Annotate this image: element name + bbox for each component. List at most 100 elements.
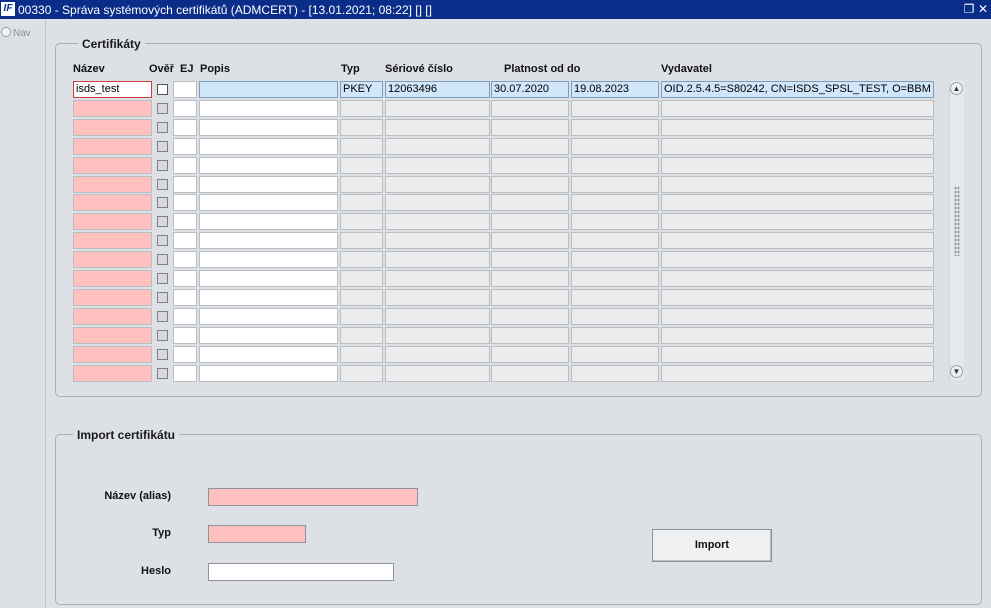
cell-typ[interactable] [340,194,383,212]
cell-platnost_do[interactable] [571,251,659,269]
overit-checkbox[interactable] [157,102,168,114]
cell-vydavatel[interactable] [661,156,934,174]
cell-nazev[interactable] [73,213,152,231]
cell-popis[interactable] [199,137,338,155]
cell-ej[interactable] [173,270,197,287]
cell-popis[interactable] [199,99,338,117]
cell-typ[interactable] [340,213,383,231]
cell-ej[interactable] [173,251,197,269]
nav-button[interactable]: Nav [1,27,31,39]
cell-vydavatel[interactable] [661,137,934,155]
grid-scrollbar[interactable]: ▲ ▼ [949,81,964,380]
overit-checkbox[interactable] [157,291,168,303]
cell-popis[interactable] [199,345,338,363]
cell-popis[interactable] [199,364,338,382]
cell-platnost_od[interactable] [491,364,569,382]
cell-platnost_od[interactable] [491,137,569,155]
cell-vydavatel[interactable] [661,194,934,212]
overit-checkbox[interactable] [157,367,168,379]
cell-vydavatel[interactable] [661,232,934,250]
overit-checkbox[interactable] [157,84,168,95]
cell-popis[interactable] [199,270,338,287]
cell-typ[interactable]: PKEY [340,81,383,98]
cell-ej[interactable] [173,118,197,136]
cell-vydavatel[interactable] [661,175,934,193]
overit-checkbox[interactable] [157,254,168,266]
cell-popis[interactable] [199,81,338,98]
cell-platnost_od[interactable] [491,156,569,174]
cell-nazev[interactable] [73,99,152,117]
cell-serial[interactable] [385,288,490,306]
cell-platnost_od[interactable] [491,194,569,212]
cell-typ[interactable] [340,232,383,250]
cell-serial[interactable] [385,232,490,250]
overit-checkbox[interactable] [157,348,168,360]
cell-typ[interactable] [340,137,383,155]
cell-nazev[interactable] [73,194,152,212]
cell-platnost_do[interactable] [571,232,659,250]
cell-serial[interactable] [385,99,490,117]
cell-vydavatel[interactable] [661,99,934,117]
cell-typ[interactable] [340,251,383,269]
cell-platnost_od[interactable] [491,213,569,231]
cell-typ[interactable] [340,99,383,117]
cell-typ[interactable] [340,270,383,287]
cell-serial[interactable] [385,326,490,344]
overit-checkbox[interactable] [157,197,168,209]
cell-platnost_do[interactable] [571,288,659,306]
cell-nazev[interactable] [73,118,152,136]
cell-platnost_do[interactable] [571,99,659,117]
overit-checkbox[interactable] [157,121,168,133]
cell-popis[interactable] [199,232,338,250]
cell-vydavatel[interactable]: OID.2.5.4.5=S80242, CN=ISDS_SPSL_TEST, O… [661,81,934,98]
cell-serial[interactable] [385,364,490,382]
cell-ej[interactable] [173,81,197,98]
scroll-grip[interactable] [954,186,960,256]
cell-platnost_do[interactable] [571,270,659,287]
cell-nazev[interactable] [73,364,152,382]
cell-nazev[interactable] [73,232,152,250]
cell-serial[interactable] [385,345,490,363]
import-button[interactable]: Import [652,529,772,562]
cell-platnost_do[interactable] [571,213,659,231]
cell-ej[interactable] [173,364,197,382]
password-input[interactable] [208,563,394,581]
cell-typ[interactable] [340,118,383,136]
cell-platnost_od[interactable] [491,232,569,250]
cell-vydavatel[interactable] [661,345,934,363]
close-window-icon[interactable]: ✕ [976,2,990,16]
cell-serial[interactable] [385,270,490,287]
cell-typ[interactable] [340,175,383,193]
cell-platnost_od[interactable] [491,345,569,363]
cell-platnost_od[interactable] [491,118,569,136]
cell-serial[interactable] [385,213,490,231]
cell-platnost_od[interactable]: 30.07.2020 [491,81,569,98]
cell-nazev[interactable] [73,175,152,193]
type-input[interactable] [208,525,306,543]
cell-popis[interactable] [199,326,338,344]
cell-ej[interactable] [173,213,197,231]
cell-vydavatel[interactable] [661,364,934,382]
cell-popis[interactable] [199,307,338,325]
cell-platnost_do[interactable] [571,364,659,382]
overit-checkbox[interactable] [157,235,168,247]
cell-vydavatel[interactable] [661,307,934,325]
cell-ej[interactable] [173,307,197,325]
cell-typ[interactable] [340,288,383,306]
cell-platnost_do[interactable] [571,175,659,193]
cell-serial[interactable] [385,307,490,325]
cell-nazev[interactable] [73,326,152,344]
cell-popis[interactable] [199,251,338,269]
scroll-up-icon[interactable]: ▲ [950,82,963,95]
cell-platnost_od[interactable] [491,288,569,306]
cell-popis[interactable] [199,156,338,174]
cell-vydavatel[interactable] [661,118,934,136]
cell-nazev[interactable] [73,251,152,269]
overit-checkbox[interactable] [157,329,168,341]
cell-ej[interactable] [173,232,197,250]
cell-nazev[interactable] [73,156,152,174]
cell-vydavatel[interactable] [661,251,934,269]
cell-ej[interactable] [173,156,197,174]
cell-popis[interactable] [199,288,338,306]
cell-vydavatel[interactable] [661,270,934,287]
